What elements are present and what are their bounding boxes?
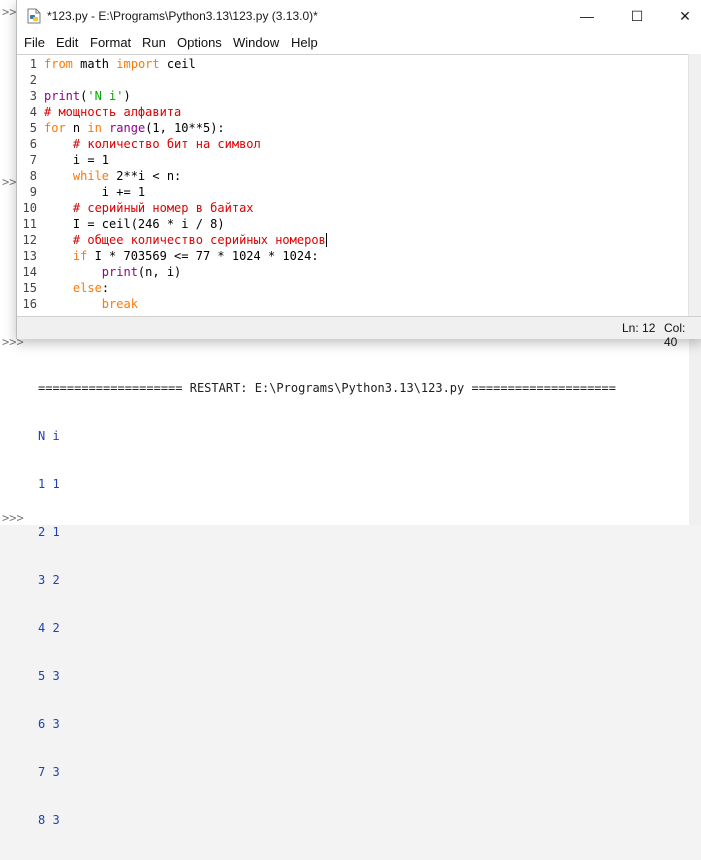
- minimize-button[interactable]: —: [564, 0, 610, 32]
- output-line: 8 3: [38, 813, 60, 827]
- line-number-gutter: 1 2 3 4 5 6 7 8 9 10 11 12 13 14 15 16: [17, 55, 39, 317]
- window-title: *123.py - E:\Programs\Python3.13\123.py …: [47, 9, 318, 23]
- line-number: 4: [29, 105, 37, 119]
- close-button[interactable]: ✕: [662, 0, 701, 32]
- code-line: # общее количество серийных номеров: [72, 233, 327, 247]
- code-line: if I * 703569 <= 77 * 1024 * 1024:: [72, 249, 319, 263]
- code-line: else:: [72, 281, 110, 295]
- line-number: 11: [22, 217, 37, 231]
- line-number: 5: [29, 121, 37, 135]
- line-number: 12: [22, 233, 37, 247]
- python-file-icon: [27, 8, 41, 24]
- line-number: 1: [29, 57, 37, 71]
- code-line: # количество бит на символ: [72, 137, 261, 151]
- maximize-button[interactable]: ☐: [614, 0, 660, 32]
- code-line: # серийный номер в байтах: [72, 201, 254, 215]
- line-number: 10: [22, 201, 37, 215]
- menu-format[interactable]: Format: [90, 35, 131, 50]
- editor-scrollbar[interactable]: [688, 54, 701, 316]
- output-line: 3 2: [38, 573, 60, 587]
- menu-window[interactable]: Window: [233, 35, 279, 50]
- line-number: 15: [22, 281, 37, 295]
- shell-prompt: >>>: [2, 511, 24, 525]
- status-line: Ln: 12: [622, 321, 656, 335]
- line-number: 6: [29, 137, 37, 151]
- line-numbers: 1 2 3 4 5 6 7 8 9 10 11 12 13 14 15 16: [17, 55, 37, 312]
- shell-scrollbar[interactable]: [689, 338, 701, 525]
- code-line: while 2**i < n:: [72, 169, 182, 183]
- line-number: 14: [22, 265, 37, 279]
- code-line: break: [101, 297, 138, 311]
- output-line: 6 3: [38, 717, 60, 731]
- line-number: 3: [29, 89, 37, 103]
- status-column: Col: 40: [664, 321, 686, 349]
- line-number: 16: [22, 297, 37, 311]
- code-line: # мощность алфавита: [44, 105, 182, 119]
- editor-window: *123.py - E:\Programs\Python3.13\123.py …: [16, 0, 701, 349]
- title-bar[interactable]: *123.py - E:\Programs\Python3.13\123.py …: [17, 0, 701, 32]
- line-number: 2: [29, 73, 37, 87]
- menu-bar: File Edit Format Run Options Window Help: [17, 32, 701, 54]
- restart-banner: ==================== RESTART: E:\Program…: [38, 381, 616, 395]
- code-line: print(n, i): [101, 265, 182, 279]
- status-bar: Ln: 12 Col: 40: [17, 316, 701, 349]
- output-line: 4 2: [38, 621, 60, 635]
- code-line: i += 1: [44, 185, 146, 199]
- line-number: 7: [29, 153, 37, 167]
- line-number: 8: [29, 169, 37, 183]
- shell-output[interactable]: ==================== RESTART: E:\Program…: [38, 348, 616, 860]
- code-line: for n in range(1, 10**5):: [44, 121, 225, 135]
- menu-run[interactable]: Run: [142, 35, 166, 50]
- source-code[interactable]: from math import ceil print('N i') # мощн…: [44, 55, 327, 312]
- output-line: N i: [38, 429, 60, 443]
- code-line: from math import ceil: [44, 57, 196, 71]
- output-line: 7 3: [38, 765, 60, 779]
- menu-edit[interactable]: Edit: [56, 35, 78, 50]
- code-line: I = ceil(246 * i / 8): [44, 217, 225, 231]
- output-line: 2 1: [38, 525, 60, 539]
- output-line: 5 3: [38, 669, 60, 683]
- code-line: print('N i'): [44, 89, 131, 103]
- menu-help[interactable]: Help: [291, 35, 318, 50]
- line-number: 13: [22, 249, 37, 263]
- output-line: 1 1: [38, 477, 60, 491]
- menu-options[interactable]: Options: [177, 35, 222, 50]
- code-line: i = 1: [44, 153, 110, 167]
- menu-file[interactable]: File: [24, 35, 45, 50]
- line-number: 9: [29, 185, 37, 199]
- code-editor[interactable]: 1 2 3 4 5 6 7 8 9 10 11 12 13 14 15 16 f…: [17, 54, 689, 317]
